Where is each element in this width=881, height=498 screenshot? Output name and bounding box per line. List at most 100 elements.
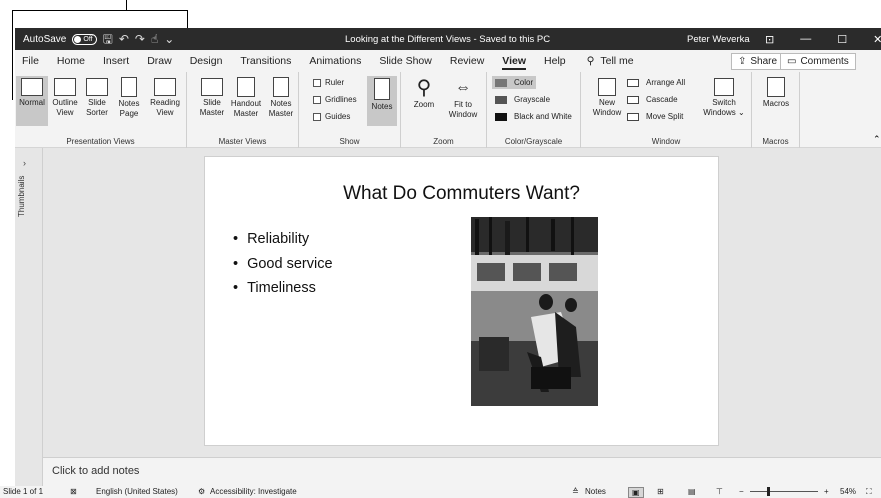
tab-view[interactable]: View (495, 50, 533, 72)
normal-view-icon[interactable]: ▣ (628, 487, 644, 498)
zoom-button[interactable]: ⚲ Zoom (409, 76, 439, 110)
fit-slide-icon[interactable]: ⛶ (866, 487, 872, 497)
tab-draw[interactable]: Draw (140, 50, 179, 72)
notes-pane[interactable]: Click to add notes (43, 457, 881, 486)
accessibility-icon[interactable]: ⚙ (198, 487, 205, 496)
zoom-out-icon[interactable]: − (739, 487, 744, 496)
guides-checkbox[interactable]: Guides (313, 112, 350, 121)
fit-to-window-button[interactable]: ⇔ Fit to Window (443, 76, 483, 120)
arrange-all-button[interactable]: Arrange All (627, 78, 685, 87)
slide-canvas[interactable]: What Do Commuters Want? Reliability Good… (204, 156, 719, 446)
button-label: Notes (270, 99, 292, 108)
customize-qat-icon[interactable]: ⌄ (164, 33, 174, 45)
switch-windows-icon (714, 78, 734, 96)
grayscale-button[interactable]: Grayscale (495, 95, 550, 104)
button-label: Window (592, 108, 622, 117)
maximize-icon[interactable]: ☐ (837, 33, 847, 46)
slide-workspace: What Do Commuters Want? Reliability Good… (43, 148, 881, 457)
minimize-icon[interactable]: — (800, 33, 811, 46)
button-label: Slide (203, 98, 221, 107)
outline-view-icon (54, 78, 76, 96)
thumbnails-pane[interactable]: › Thumbnails (15, 148, 43, 486)
share-button[interactable]: ⇪ Share (731, 53, 785, 70)
tab-insert[interactable]: Insert (96, 50, 136, 72)
search-text: Tell me (600, 55, 634, 67)
tell-me-search[interactable]: ⚲ Tell me (587, 55, 634, 67)
ruler-checkbox[interactable]: Ruler (313, 78, 344, 87)
cascade-button[interactable]: Cascade (627, 95, 678, 104)
normal-view-icon (21, 78, 43, 96)
ribbon-display-icon[interactable]: ⊡ (765, 33, 774, 46)
move-split-button[interactable]: Move Split (627, 112, 683, 121)
button-label: Grayscale (514, 95, 551, 104)
new-window-icon (598, 78, 616, 96)
button-label: Windows ⌄ (703, 108, 745, 117)
button-label: New (598, 98, 615, 107)
zoom-in-icon[interactable]: + (824, 487, 829, 496)
close-icon[interactable]: ✕ (873, 33, 881, 46)
slide-title[interactable]: What Do Commuters Want? (205, 183, 718, 205)
group-window: New Window Arrange All Cascade Move Spli… (581, 72, 752, 148)
tab-help[interactable]: Help (537, 50, 573, 72)
notes-toggle-button[interactable]: Notes (367, 76, 397, 126)
button-label: Normal (19, 98, 45, 107)
comments-button[interactable]: ▭ Comments (780, 53, 856, 70)
notes-toggle-icon[interactable]: ≙ (572, 487, 579, 496)
language-indicator[interactable]: English (United States) (96, 487, 178, 496)
tab-slide-show[interactable]: Slide Show (372, 50, 439, 72)
comments-label: Comments (800, 56, 849, 67)
zoom-slider-thumb[interactable] (767, 487, 770, 496)
notes-toggle-label[interactable]: Notes (585, 487, 606, 496)
gridlines-checkbox[interactable]: Gridlines (313, 95, 357, 104)
redo-icon[interactable]: ↷ (135, 33, 145, 45)
save-icon[interactable]: 🖫 (103, 33, 113, 45)
bullet-item: Timeliness (233, 276, 333, 301)
zoom-slider[interactable] (750, 491, 818, 492)
accessibility-status[interactable]: Accessibility: Investigate (210, 487, 297, 496)
ribbon: Normal Outline View Slide Sorter Notes P… (15, 72, 881, 148)
slide-master-icon (201, 78, 223, 96)
autosave-toggle[interactable]: Off (72, 33, 97, 45)
annotation-line (12, 10, 13, 100)
undo-icon[interactable]: ↶ (119, 33, 129, 45)
user-name[interactable]: Peter Weverka (687, 34, 750, 45)
group-label: Color/Grayscale (504, 137, 563, 146)
macros-button[interactable]: Macros (760, 76, 792, 109)
tab-animations[interactable]: Animations (302, 50, 368, 72)
bullet-list[interactable]: Reliability Good service Timeliness (233, 227, 333, 301)
reading-view-button[interactable]: Reading View (146, 76, 184, 118)
outline-view-button[interactable]: Outline View (50, 76, 80, 118)
slideshow-icon[interactable]: ⊤ (716, 487, 723, 496)
spelling-icon[interactable]: ⊠ (70, 487, 77, 496)
group-master-views: Slide Master Handout Master Notes Master… (187, 72, 299, 148)
slide-sorter-icon[interactable]: ⊞ (657, 487, 664, 496)
button-label: Master (199, 108, 225, 117)
reading-view-icon[interactable]: ▤ (688, 487, 696, 496)
switch-windows-button[interactable]: Switch Windows ⌄ (701, 76, 747, 118)
slide-master-button[interactable]: Slide Master (197, 76, 227, 118)
new-window-button[interactable]: New Window (589, 76, 625, 118)
slide-sorter-button[interactable]: Slide Sorter (82, 76, 112, 118)
checkbox-box (313, 112, 321, 121)
handout-master-button[interactable]: Handout Master (229, 76, 263, 119)
collapse-ribbon-icon[interactable]: ⌃ (873, 134, 881, 145)
notes-master-button[interactable]: Notes Master (265, 76, 297, 119)
color-swatch-icon (495, 78, 507, 87)
zoom-level[interactable]: 54% (840, 487, 856, 496)
tab-home[interactable]: Home (50, 50, 92, 72)
tab-transitions[interactable]: Transitions (233, 50, 298, 72)
notes-page-button[interactable]: Notes Page (114, 76, 144, 119)
touch-mode-icon[interactable]: ☝ (151, 33, 158, 45)
black-white-button[interactable]: Black and White (495, 112, 572, 121)
expand-arrow-icon[interactable]: › (23, 158, 26, 168)
button-label: Fit to (454, 100, 472, 109)
normal-view-button[interactable]: Normal (16, 76, 48, 126)
tab-design[interactable]: Design (183, 50, 230, 72)
grayscale-swatch-icon (495, 95, 507, 104)
notes-placeholder: Click to add notes (52, 465, 140, 477)
tab-review[interactable]: Review (443, 50, 491, 72)
commuters-photo[interactable] (471, 217, 598, 406)
tab-file[interactable]: File (15, 50, 46, 72)
color-button[interactable]: Color (492, 76, 537, 89)
checkbox-label: Guides (325, 112, 351, 121)
